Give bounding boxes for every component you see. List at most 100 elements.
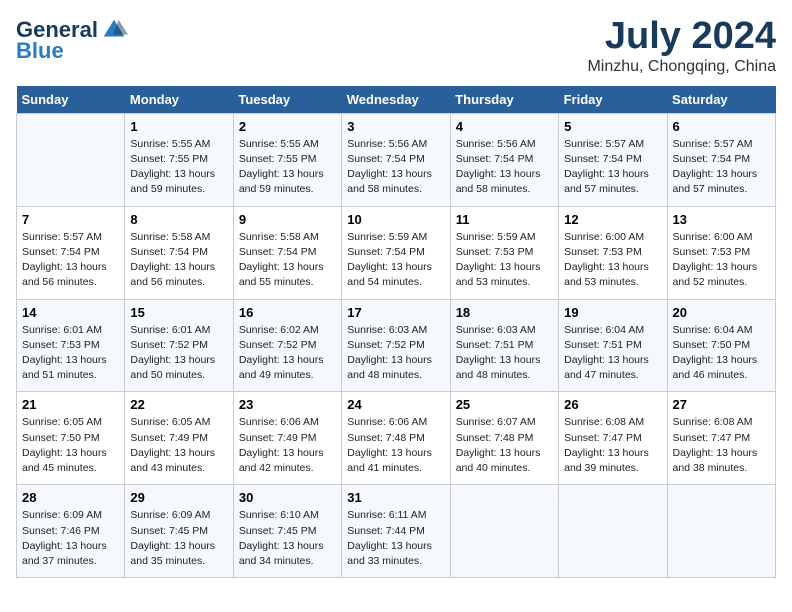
day-number: 5: [564, 119, 661, 134]
calendar-cell: 9 Sunrise: 5:58 AMSunset: 7:54 PMDaylight…: [233, 206, 341, 299]
calendar-cell: 19 Sunrise: 6:04 AMSunset: 7:51 PMDayligh…: [559, 299, 667, 392]
calendar-cell: 2 Sunrise: 5:55 AMSunset: 7:55 PMDaylight…: [233, 113, 341, 206]
calendar-week-row: 21Sunrise: 6:05 AMSunset: 7:50 PMDayligh…: [17, 392, 776, 485]
day-info: Sunrise: 6:05 AMSunset: 7:49 PMDaylight:…: [130, 415, 227, 476]
calendar-cell: 26 Sunrise: 6:08 AMSunset: 7:47 PMDayligh…: [559, 392, 667, 485]
calendar-cell: 25 Sunrise: 6:07 AMSunset: 7:48 PMDayligh…: [450, 392, 558, 485]
day-number: 9: [239, 212, 336, 227]
day-info: Sunrise: 6:03 AMSunset: 7:52 PMDaylight:…: [347, 323, 444, 384]
calendar-header-row: SundayMondayTuesdayWednesdayThursdayFrid…: [17, 86, 776, 114]
calendar-cell: 28 Sunrise: 6:09 AMSunset: 7:46 PMDayligh…: [17, 485, 125, 578]
day-number: 24: [347, 397, 444, 412]
calendar-cell: 7 Sunrise: 5:57 AMSunset: 7:54 PMDaylight…: [17, 206, 125, 299]
calendar-cell: 15 Sunrise: 6:01 AMSunset: 7:52 PMDayligh…: [125, 299, 233, 392]
day-info: Sunrise: 6:09 AMSunset: 7:45 PMDaylight:…: [130, 508, 227, 569]
calendar-cell: 23 Sunrise: 6:06 AMSunset: 7:49 PMDayligh…: [233, 392, 341, 485]
calendar-week-row: 28 Sunrise: 6:09 AMSunset: 7:46 PMDayligh…: [17, 485, 776, 578]
day-number: 4: [456, 119, 553, 134]
calendar-table: SundayMondayTuesdayWednesdayThursdayFrid…: [16, 86, 776, 578]
day-number: 20: [673, 305, 770, 320]
day-number: 3: [347, 119, 444, 134]
day-number: 10: [347, 212, 444, 227]
calendar-cell: 22 Sunrise: 6:05 AMSunset: 7:49 PMDayligh…: [125, 392, 233, 485]
day-number: 2: [239, 119, 336, 134]
day-info: Sunrise: 5:55 AMSunset: 7:55 PMDaylight:…: [130, 137, 227, 198]
day-number: 31: [347, 490, 444, 505]
day-number: 7: [22, 212, 119, 227]
calendar-cell: 1Sunrise: 5:55 AMSunset: 7:55 PMDaylight…: [125, 113, 233, 206]
day-info: Sunrise: 6:04 AMSunset: 7:50 PMDaylight:…: [673, 323, 770, 384]
day-info: Sunrise: 6:08 AMSunset: 7:47 PMDaylight:…: [564, 415, 661, 476]
day-info: Sunrise: 5:58 AMSunset: 7:54 PMDaylight:…: [130, 230, 227, 291]
day-number: 8: [130, 212, 227, 227]
calendar-cell: 8 Sunrise: 5:58 AMSunset: 7:54 PMDaylight…: [125, 206, 233, 299]
day-info: Sunrise: 6:04 AMSunset: 7:51 PMDaylight:…: [564, 323, 661, 384]
calendar-cell: 6 Sunrise: 5:57 AMSunset: 7:54 PMDaylight…: [667, 113, 775, 206]
day-number: 21: [22, 397, 119, 412]
day-number: 28: [22, 490, 119, 505]
calendar-cell: 29 Sunrise: 6:09 AMSunset: 7:45 PMDayligh…: [125, 485, 233, 578]
day-info: Sunrise: 5:59 AMSunset: 7:53 PMDaylight:…: [456, 230, 553, 291]
calendar-cell: [667, 485, 775, 578]
calendar-cell: 3Sunrise: 5:56 AMSunset: 7:54 PMDaylight…: [342, 113, 450, 206]
header-day-sunday: Sunday: [17, 86, 125, 114]
calendar-week-row: 14Sunrise: 6:01 AMSunset: 7:53 PMDayligh…: [17, 299, 776, 392]
calendar-week-row: 7 Sunrise: 5:57 AMSunset: 7:54 PMDaylight…: [17, 206, 776, 299]
day-info: Sunrise: 6:00 AMSunset: 7:53 PMDaylight:…: [564, 230, 661, 291]
calendar-location: Minzhu, Chongqing, China: [587, 58, 776, 76]
day-number: 12: [564, 212, 661, 227]
day-number: 30: [239, 490, 336, 505]
day-number: 19: [564, 305, 661, 320]
day-info: Sunrise: 6:02 AMSunset: 7:52 PMDaylight:…: [239, 323, 336, 384]
day-info: Sunrise: 5:58 AMSunset: 7:54 PMDaylight:…: [239, 230, 336, 291]
calendar-cell: 11 Sunrise: 5:59 AMSunset: 7:53 PMDayligh…: [450, 206, 558, 299]
day-info: Sunrise: 6:06 AMSunset: 7:49 PMDaylight:…: [239, 415, 336, 476]
day-info: Sunrise: 6:03 AMSunset: 7:51 PMDaylight:…: [456, 323, 553, 384]
day-number: 11: [456, 212, 553, 227]
day-info: Sunrise: 6:06 AMSunset: 7:48 PMDaylight:…: [347, 415, 444, 476]
calendar-cell: 27 Sunrise: 6:08 AMSunset: 7:47 PMDayligh…: [667, 392, 775, 485]
day-number: 25: [456, 397, 553, 412]
day-number: 29: [130, 490, 227, 505]
day-number: 15: [130, 305, 227, 320]
day-number: 26: [564, 397, 661, 412]
day-info: Sunrise: 6:07 AMSunset: 7:48 PMDaylight:…: [456, 415, 553, 476]
day-info: Sunrise: 6:08 AMSunset: 7:47 PMDaylight:…: [673, 415, 770, 476]
calendar-cell: 16 Sunrise: 6:02 AMSunset: 7:52 PMDayligh…: [233, 299, 341, 392]
day-number: 27: [673, 397, 770, 412]
day-number: 14: [22, 305, 119, 320]
logo-blue: Blue: [16, 38, 64, 64]
calendar-cell: 5 Sunrise: 5:57 AMSunset: 7:54 PMDaylight…: [559, 113, 667, 206]
day-number: 16: [239, 305, 336, 320]
calendar-cell: [559, 485, 667, 578]
day-number: 6: [673, 119, 770, 134]
day-info: Sunrise: 5:59 AMSunset: 7:54 PMDaylight:…: [347, 230, 444, 291]
calendar-cell: 10 Sunrise: 5:59 AMSunset: 7:54 PMDayligh…: [342, 206, 450, 299]
day-number: 18: [456, 305, 553, 320]
header-day-friday: Friday: [559, 86, 667, 114]
day-info: Sunrise: 5:55 AMSunset: 7:55 PMDaylight:…: [239, 137, 336, 198]
day-info: Sunrise: 6:09 AMSunset: 7:46 PMDaylight:…: [22, 508, 119, 569]
logo: General Blue: [16, 16, 128, 64]
day-number: 22: [130, 397, 227, 412]
page-header: General Blue July 2024 Minzhu, Chongqing…: [16, 16, 776, 76]
header-day-thursday: Thursday: [450, 86, 558, 114]
logo-icon: [100, 16, 128, 44]
day-info: Sunrise: 5:57 AMSunset: 7:54 PMDaylight:…: [673, 137, 770, 198]
calendar-cell: 17Sunrise: 6:03 AMSunset: 7:52 PMDayligh…: [342, 299, 450, 392]
day-info: Sunrise: 6:10 AMSunset: 7:45 PMDaylight:…: [239, 508, 336, 569]
day-info: Sunrise: 5:57 AMSunset: 7:54 PMDaylight:…: [22, 230, 119, 291]
calendar-cell: 31Sunrise: 6:11 AMSunset: 7:44 PMDayligh…: [342, 485, 450, 578]
calendar-cell: [450, 485, 558, 578]
title-block: July 2024 Minzhu, Chongqing, China: [587, 16, 776, 76]
calendar-cell: 13Sunrise: 6:00 AMSunset: 7:53 PMDayligh…: [667, 206, 775, 299]
day-info: Sunrise: 6:01 AMSunset: 7:52 PMDaylight:…: [130, 323, 227, 384]
day-number: 23: [239, 397, 336, 412]
calendar-cell: 14Sunrise: 6:01 AMSunset: 7:53 PMDayligh…: [17, 299, 125, 392]
calendar-cell: 4Sunrise: 5:56 AMSunset: 7:54 PMDaylight…: [450, 113, 558, 206]
calendar-cell: 20 Sunrise: 6:04 AMSunset: 7:50 PMDayligh…: [667, 299, 775, 392]
calendar-week-row: 1Sunrise: 5:55 AMSunset: 7:55 PMDaylight…: [17, 113, 776, 206]
header-day-monday: Monday: [125, 86, 233, 114]
day-number: 13: [673, 212, 770, 227]
day-info: Sunrise: 5:57 AMSunset: 7:54 PMDaylight:…: [564, 137, 661, 198]
